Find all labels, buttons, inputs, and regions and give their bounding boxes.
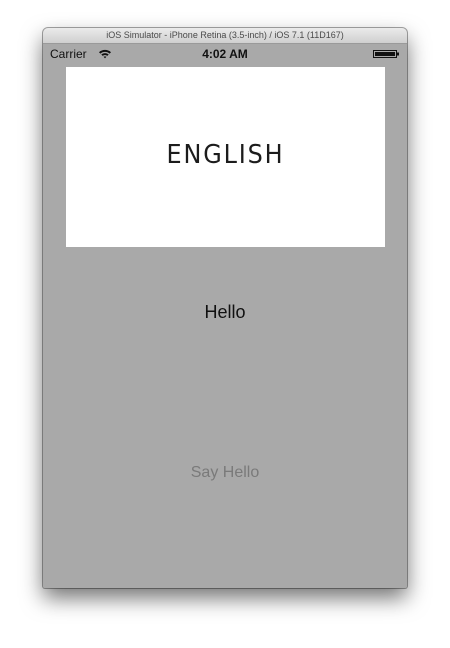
image-text: ENGLISH	[166, 140, 285, 170]
flag-image: ENGLISH	[66, 67, 385, 247]
greeting-label: Hello	[204, 302, 246, 322]
battery-icon	[373, 50, 399, 58]
status-time: 4:02 AM	[202, 47, 248, 61]
status-bar: Carrier 4:02 AM	[43, 44, 407, 63]
window-title: iOS Simulator - iPhone Retina (3.5-inch)…	[106, 30, 344, 40]
window-titlebar[interactable]: iOS Simulator - iPhone Retina (3.5-inch)…	[43, 28, 407, 44]
device-screen: Carrier 4:02 AM ENGLISH Hello Say Hello	[43, 44, 407, 588]
say-hello-button[interactable]: Say Hello	[175, 460, 275, 486]
simulator-window: iOS Simulator - iPhone Retina (3.5-inch)…	[43, 28, 407, 588]
